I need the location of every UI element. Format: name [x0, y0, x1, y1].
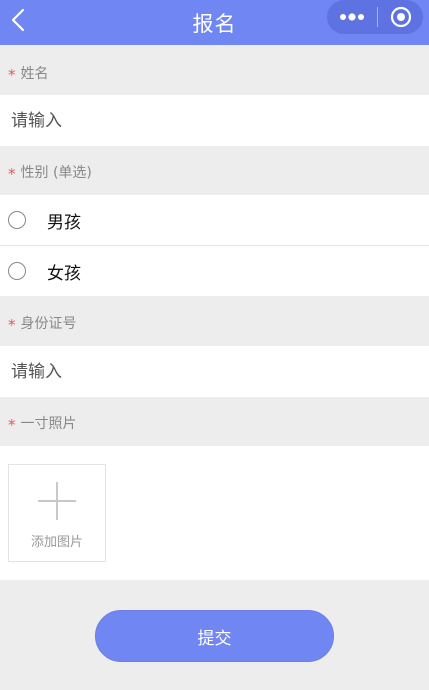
required-mark: * [8, 416, 16, 434]
gender-label-row: * 性别 (单选) [0, 147, 429, 197]
photo-label: 一寸照片 [20, 416, 77, 432]
mini-program-capsule [327, 0, 423, 34]
target-circle-icon [390, 6, 411, 28]
nav-bar: 报名 [0, 0, 429, 45]
id-label-row: * 身份证号 [0, 298, 429, 348]
radio-icon[interactable] [8, 262, 26, 280]
radio-icon[interactable] [8, 211, 26, 229]
plus-icon [38, 482, 76, 520]
submit-button[interactable]: 提交 [95, 610, 334, 662]
id-number-input[interactable] [9, 360, 413, 383]
id-number-label: 身份证号 [20, 316, 77, 332]
required-mark: * [8, 316, 16, 334]
name-input[interactable] [9, 109, 413, 132]
gender-option-girl[interactable]: 女孩 [0, 246, 429, 296]
required-mark: * [8, 165, 16, 183]
add-photo-label: 添加图片 [30, 535, 83, 550]
name-input-row [0, 95, 429, 146]
signup-page: 报名 * 姓名 * 性别 (单选) [0, 0, 429, 690]
chevron-left-icon [11, 8, 25, 32]
gender-option-label: 女孩 [47, 263, 81, 284]
more-dots-icon [340, 13, 364, 21]
id-input-row [0, 346, 429, 397]
add-photo-button[interactable]: 添加图片 [8, 464, 106, 562]
name-label: 姓名 [20, 66, 49, 82]
photo-label-row: * 一寸照片 [0, 398, 429, 448]
gender-option-boy[interactable]: 男孩 [0, 195, 429, 245]
more-button[interactable] [327, 0, 377, 34]
gender-option-label: 男孩 [47, 212, 81, 233]
name-label-row: * 姓名 [0, 48, 429, 98]
close-button[interactable] [378, 0, 423, 34]
back-button[interactable] [2, 2, 34, 38]
required-mark: * [8, 66, 16, 84]
page-title: 报名 [192, 11, 237, 36]
photo-upload-area: 添加图片 [0, 446, 429, 580]
gender-label: 性别 (单选) [20, 165, 92, 181]
